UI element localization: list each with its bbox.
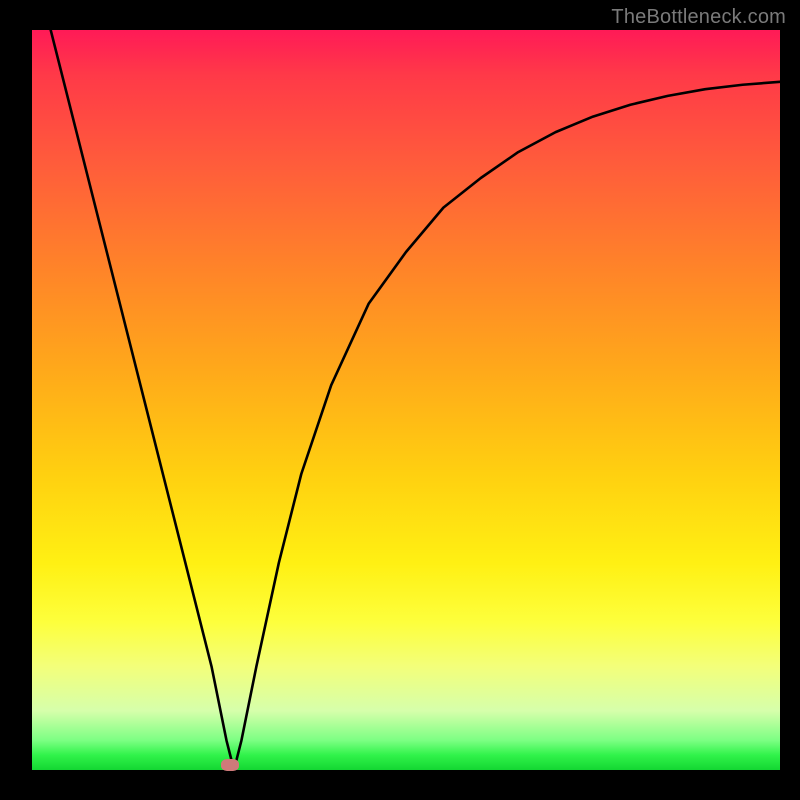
chart-frame: TheBottleneck.com <box>0 0 800 800</box>
watermark-text: TheBottleneck.com <box>611 6 786 29</box>
minimum-marker <box>221 759 239 771</box>
bottleneck-curve <box>32 30 780 770</box>
